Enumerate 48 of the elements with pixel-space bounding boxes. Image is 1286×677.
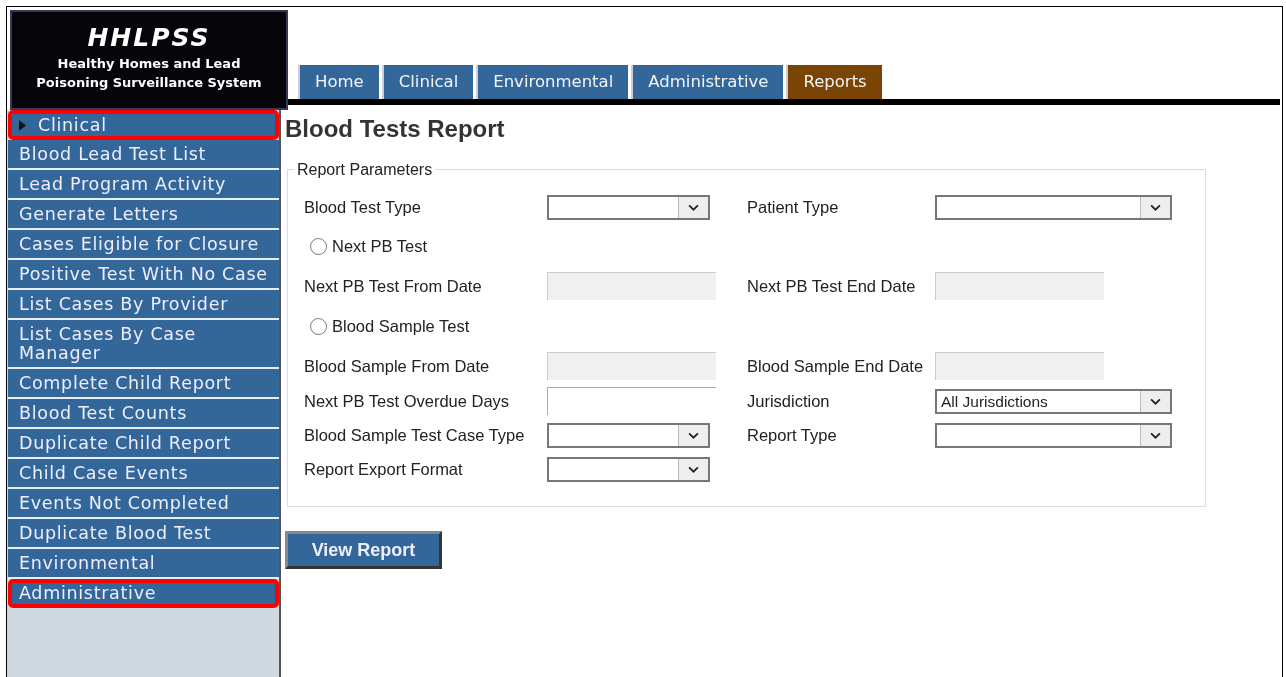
view-report-button[interactable]: View Report	[285, 531, 442, 569]
sidebar-item[interactable]: Environmental	[8, 548, 279, 579]
sidebar-item[interactable]: Generate Letters	[8, 199, 279, 230]
dropdown[interactable]	[935, 194, 1172, 220]
dropdown[interactable]: All Jurisdictions	[935, 388, 1172, 414]
dropdown[interactable]	[547, 422, 710, 448]
field-label: Report Export Format	[304, 459, 464, 479]
sidebar-item[interactable]: Complete Child Report	[8, 368, 279, 399]
logo-subtitle: Healthy Homes and Lead Poisoning Surveillance System	[35, 55, 263, 92]
field-label: Patient Type	[747, 197, 840, 217]
field-label: Next PB Test From Date	[304, 276, 483, 296]
field-label: Blood Sample From Date	[304, 356, 491, 376]
radio-button[interactable]	[310, 237, 327, 255]
sidebar-item[interactable]: Administrative	[8, 578, 279, 609]
panel-legend: Report Parameters	[294, 161, 436, 179]
field-label: Jurisdiction	[747, 391, 831, 411]
field-label: Report Type	[747, 425, 838, 445]
field-label: Blood Sample Test Case Type	[304, 425, 526, 445]
sidebar-item[interactable]: Duplicate Blood Test	[8, 518, 279, 549]
sidebar-item[interactable]: Clinical	[8, 110, 279, 140]
sidebar-item[interactable]: Events Not Completed	[8, 488, 279, 519]
nav-tab[interactable]: Home	[298, 65, 379, 99]
page-title: Blood Tests Report	[285, 115, 506, 143]
sidebar-item[interactable]: List Cases By Provider	[8, 289, 279, 320]
field-label: Next PB Test End Date	[747, 276, 917, 296]
field-label: Blood Sample End Date	[747, 356, 925, 376]
dropdown[interactable]	[547, 194, 710, 220]
radio-label: Blood Sample Test	[332, 316, 470, 336]
sidebar-item[interactable]: Duplicate Child Report	[8, 428, 279, 459]
field-label: Blood Test Type	[304, 197, 422, 217]
nav-tab[interactable]: Reports	[786, 65, 882, 99]
sidebar-item[interactable]: Lead Program Activity	[8, 169, 279, 200]
dropdown[interactable]	[547, 456, 710, 482]
expand-triangle-icon	[19, 119, 26, 131]
sidebar-item[interactable]: Child Case Events	[8, 458, 279, 489]
nav-tab[interactable]: Environmental	[476, 65, 629, 99]
nav-tab[interactable]: Administrative	[631, 65, 784, 99]
field-label: Next PB Test Overdue Days	[304, 391, 511, 411]
dropdown[interactable]	[935, 422, 1172, 448]
radio-button[interactable]	[310, 317, 327, 335]
sidebar-item[interactable]: List Cases By Case Manager	[8, 319, 279, 369]
sidebar-item[interactable]: Blood Lead Test List	[8, 139, 279, 170]
nav-tab[interactable]: Clinical	[381, 65, 474, 99]
radio-label: Next PB Test	[332, 236, 428, 256]
logo-title: HHLPSS	[86, 24, 212, 52]
sidebar-item[interactable]: Blood Test Counts	[8, 398, 279, 429]
sidebar-item[interactable]: Positive Test With No Case	[8, 259, 279, 290]
sidebar-item[interactable]: Cases Eligible for Closure	[8, 229, 279, 260]
